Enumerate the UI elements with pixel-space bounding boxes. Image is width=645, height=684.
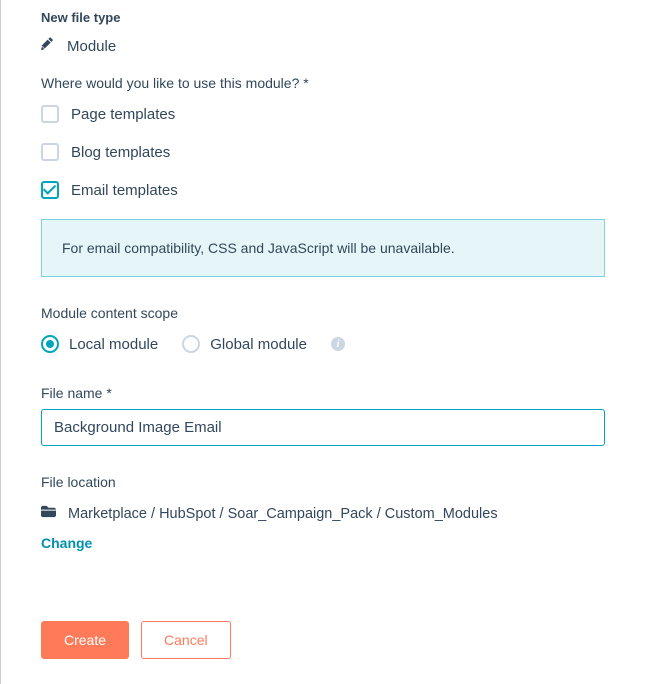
file-location-label: File location bbox=[41, 474, 605, 490]
global-module-option[interactable]: Global module bbox=[182, 335, 307, 353]
usage-question-label: Where would you like to use this module?… bbox=[41, 75, 605, 91]
change-link[interactable]: Change bbox=[41, 535, 605, 551]
folder-icon bbox=[41, 504, 56, 523]
email-templates-checkbox[interactable] bbox=[41, 181, 59, 199]
page-templates-option[interactable]: Page templates bbox=[41, 105, 605, 123]
file-location-path: Marketplace / HubSpot / Soar_Campaign_Pa… bbox=[68, 506, 498, 522]
email-templates-option[interactable]: Email templates bbox=[41, 181, 605, 199]
file-name-label: File name * bbox=[41, 385, 605, 401]
blog-templates-checkbox[interactable] bbox=[41, 143, 59, 161]
file-type-value: Module bbox=[67, 38, 116, 55]
blog-templates-label: Blog templates bbox=[71, 144, 170, 161]
file-location-row: Marketplace / HubSpot / Soar_Campaign_Pa… bbox=[41, 504, 605, 523]
page-templates-label: Page templates bbox=[71, 106, 175, 123]
cancel-button[interactable]: Cancel bbox=[141, 621, 231, 659]
action-buttons: Create Cancel bbox=[41, 621, 605, 659]
scope-radio-group: Local module Global module i bbox=[41, 335, 605, 353]
global-module-radio[interactable] bbox=[182, 335, 200, 353]
local-module-option[interactable]: Local module bbox=[41, 335, 158, 353]
local-module-label: Local module bbox=[69, 336, 158, 353]
blog-templates-option[interactable]: Blog templates bbox=[41, 143, 605, 161]
file-name-input[interactable] bbox=[41, 409, 605, 446]
file-type-module-row: Module bbox=[41, 37, 116, 55]
email-templates-label: Email templates bbox=[71, 182, 178, 199]
module-icon bbox=[41, 37, 55, 55]
email-compat-notice: For email compatibility, CSS and JavaScr… bbox=[41, 219, 605, 277]
local-module-radio[interactable] bbox=[41, 335, 59, 353]
global-module-label: Global module bbox=[210, 336, 307, 353]
create-button[interactable]: Create bbox=[41, 621, 129, 659]
page-templates-checkbox[interactable] bbox=[41, 105, 59, 123]
new-file-type-heading: New file type bbox=[41, 10, 605, 25]
scope-heading: Module content scope bbox=[41, 305, 605, 321]
info-icon[interactable]: i bbox=[331, 337, 345, 351]
